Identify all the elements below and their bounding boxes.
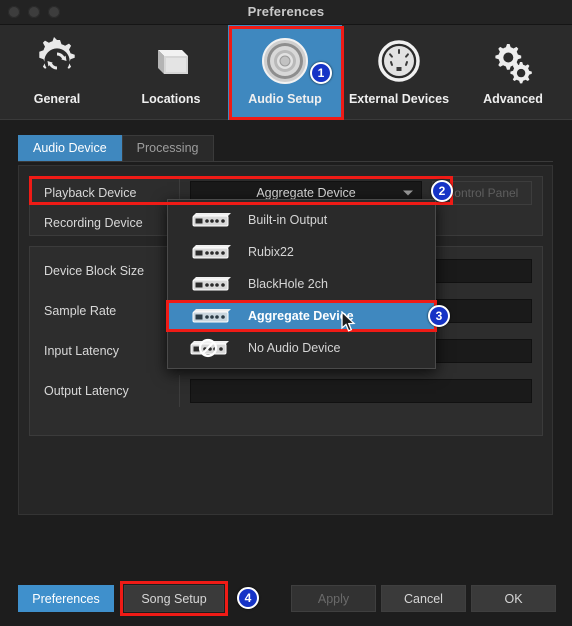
audio-interface-icon xyxy=(174,307,248,325)
toolbar-item-advanced[interactable]: Advanced xyxy=(456,25,570,120)
song-setup-button[interactable]: Song Setup xyxy=(124,585,224,612)
label-playback-device: Playback Device xyxy=(30,177,180,209)
label-recording-device: Recording Device xyxy=(30,207,180,239)
toolbar-label-general: General xyxy=(33,92,81,106)
apply-button[interactable]: Apply xyxy=(291,585,376,612)
step-badge-2: 2 xyxy=(431,180,453,202)
tab-processing[interactable]: Processing xyxy=(121,135,214,161)
preferences-button[interactable]: Preferences xyxy=(18,585,114,612)
step-badge-1: 1 xyxy=(310,62,332,84)
menu-item-blackhole-2ch[interactable]: BlackHole 2ch xyxy=(168,268,435,300)
gear-refresh-icon xyxy=(32,32,82,90)
audio-interface-icon xyxy=(174,211,248,229)
tab-processing-label: Processing xyxy=(136,141,199,155)
dialog-footer: Preferences Song Setup Apply Cancel OK 4 xyxy=(0,572,572,626)
double-gear-icon xyxy=(488,32,538,90)
label-device-block-size: Device Block Size xyxy=(30,255,180,287)
menu-item-label: Aggregate Device xyxy=(248,309,354,323)
ok-button[interactable]: OK xyxy=(471,585,556,612)
playback-device-dropdown-menu[interactable]: Built-in Output Rubix22 BlackHole 2ch Ag… xyxy=(167,199,436,369)
tab-audio-device[interactable]: Audio Device xyxy=(18,135,122,161)
audio-interface-icon xyxy=(174,243,248,261)
cancel-button[interactable]: Cancel xyxy=(381,585,466,612)
window-title: Preferences xyxy=(247,4,325,19)
menu-item-label: Built-in Output xyxy=(248,213,328,227)
tab-bar: Audio Device Processing xyxy=(18,135,553,162)
label-input-latency: Input Latency xyxy=(30,335,180,367)
menu-item-built-in-output[interactable]: Built-in Output xyxy=(168,204,435,236)
menu-item-label: BlackHole 2ch xyxy=(248,277,328,291)
audio-interface-icon xyxy=(174,275,248,293)
output-latency-field[interactable] xyxy=(190,379,532,403)
title-bar: Preferences xyxy=(0,0,572,25)
toolbar-item-external-devices[interactable]: External Devices xyxy=(342,25,456,120)
menu-item-label: No Audio Device xyxy=(248,341,341,355)
chevron-down-icon xyxy=(403,190,413,196)
no-audio-device-icon xyxy=(174,338,248,358)
row-output-latency: Output Latency xyxy=(30,375,542,407)
toolbar-label-audio-setup: Audio Setup xyxy=(248,92,322,106)
label-output-latency: Output Latency xyxy=(30,375,180,407)
preferences-window: Preferences General Locations Audio Setu… xyxy=(0,0,572,626)
toolbar-item-locations[interactable]: Locations xyxy=(114,25,228,120)
preferences-toolbar: General Locations Audio Setup External D… xyxy=(0,25,572,120)
label-sample-rate: Sample Rate xyxy=(30,295,180,327)
menu-item-aggregate-device[interactable]: Aggregate Device xyxy=(168,300,435,332)
drive-box-icon xyxy=(146,32,196,90)
tab-audio-device-label: Audio Device xyxy=(33,141,107,155)
menu-item-no-audio-device[interactable]: No Audio Device xyxy=(168,332,435,364)
menu-item-rubix22[interactable]: Rubix22 xyxy=(168,236,435,268)
menu-item-label: Rubix22 xyxy=(248,245,294,259)
toolbar-label-locations: Locations xyxy=(141,92,201,106)
toolbar-item-general[interactable]: General xyxy=(0,25,114,120)
playback-device-value: Aggregate Device xyxy=(256,186,356,200)
speaker-driver-icon xyxy=(258,32,312,90)
step-badge-4: 4 xyxy=(237,587,259,609)
toolbar-label-external-devices: External Devices xyxy=(348,92,450,106)
toolbar-label-advanced: Advanced xyxy=(483,92,543,106)
step-badge-3: 3 xyxy=(428,305,450,327)
midi-din-icon xyxy=(374,32,424,90)
